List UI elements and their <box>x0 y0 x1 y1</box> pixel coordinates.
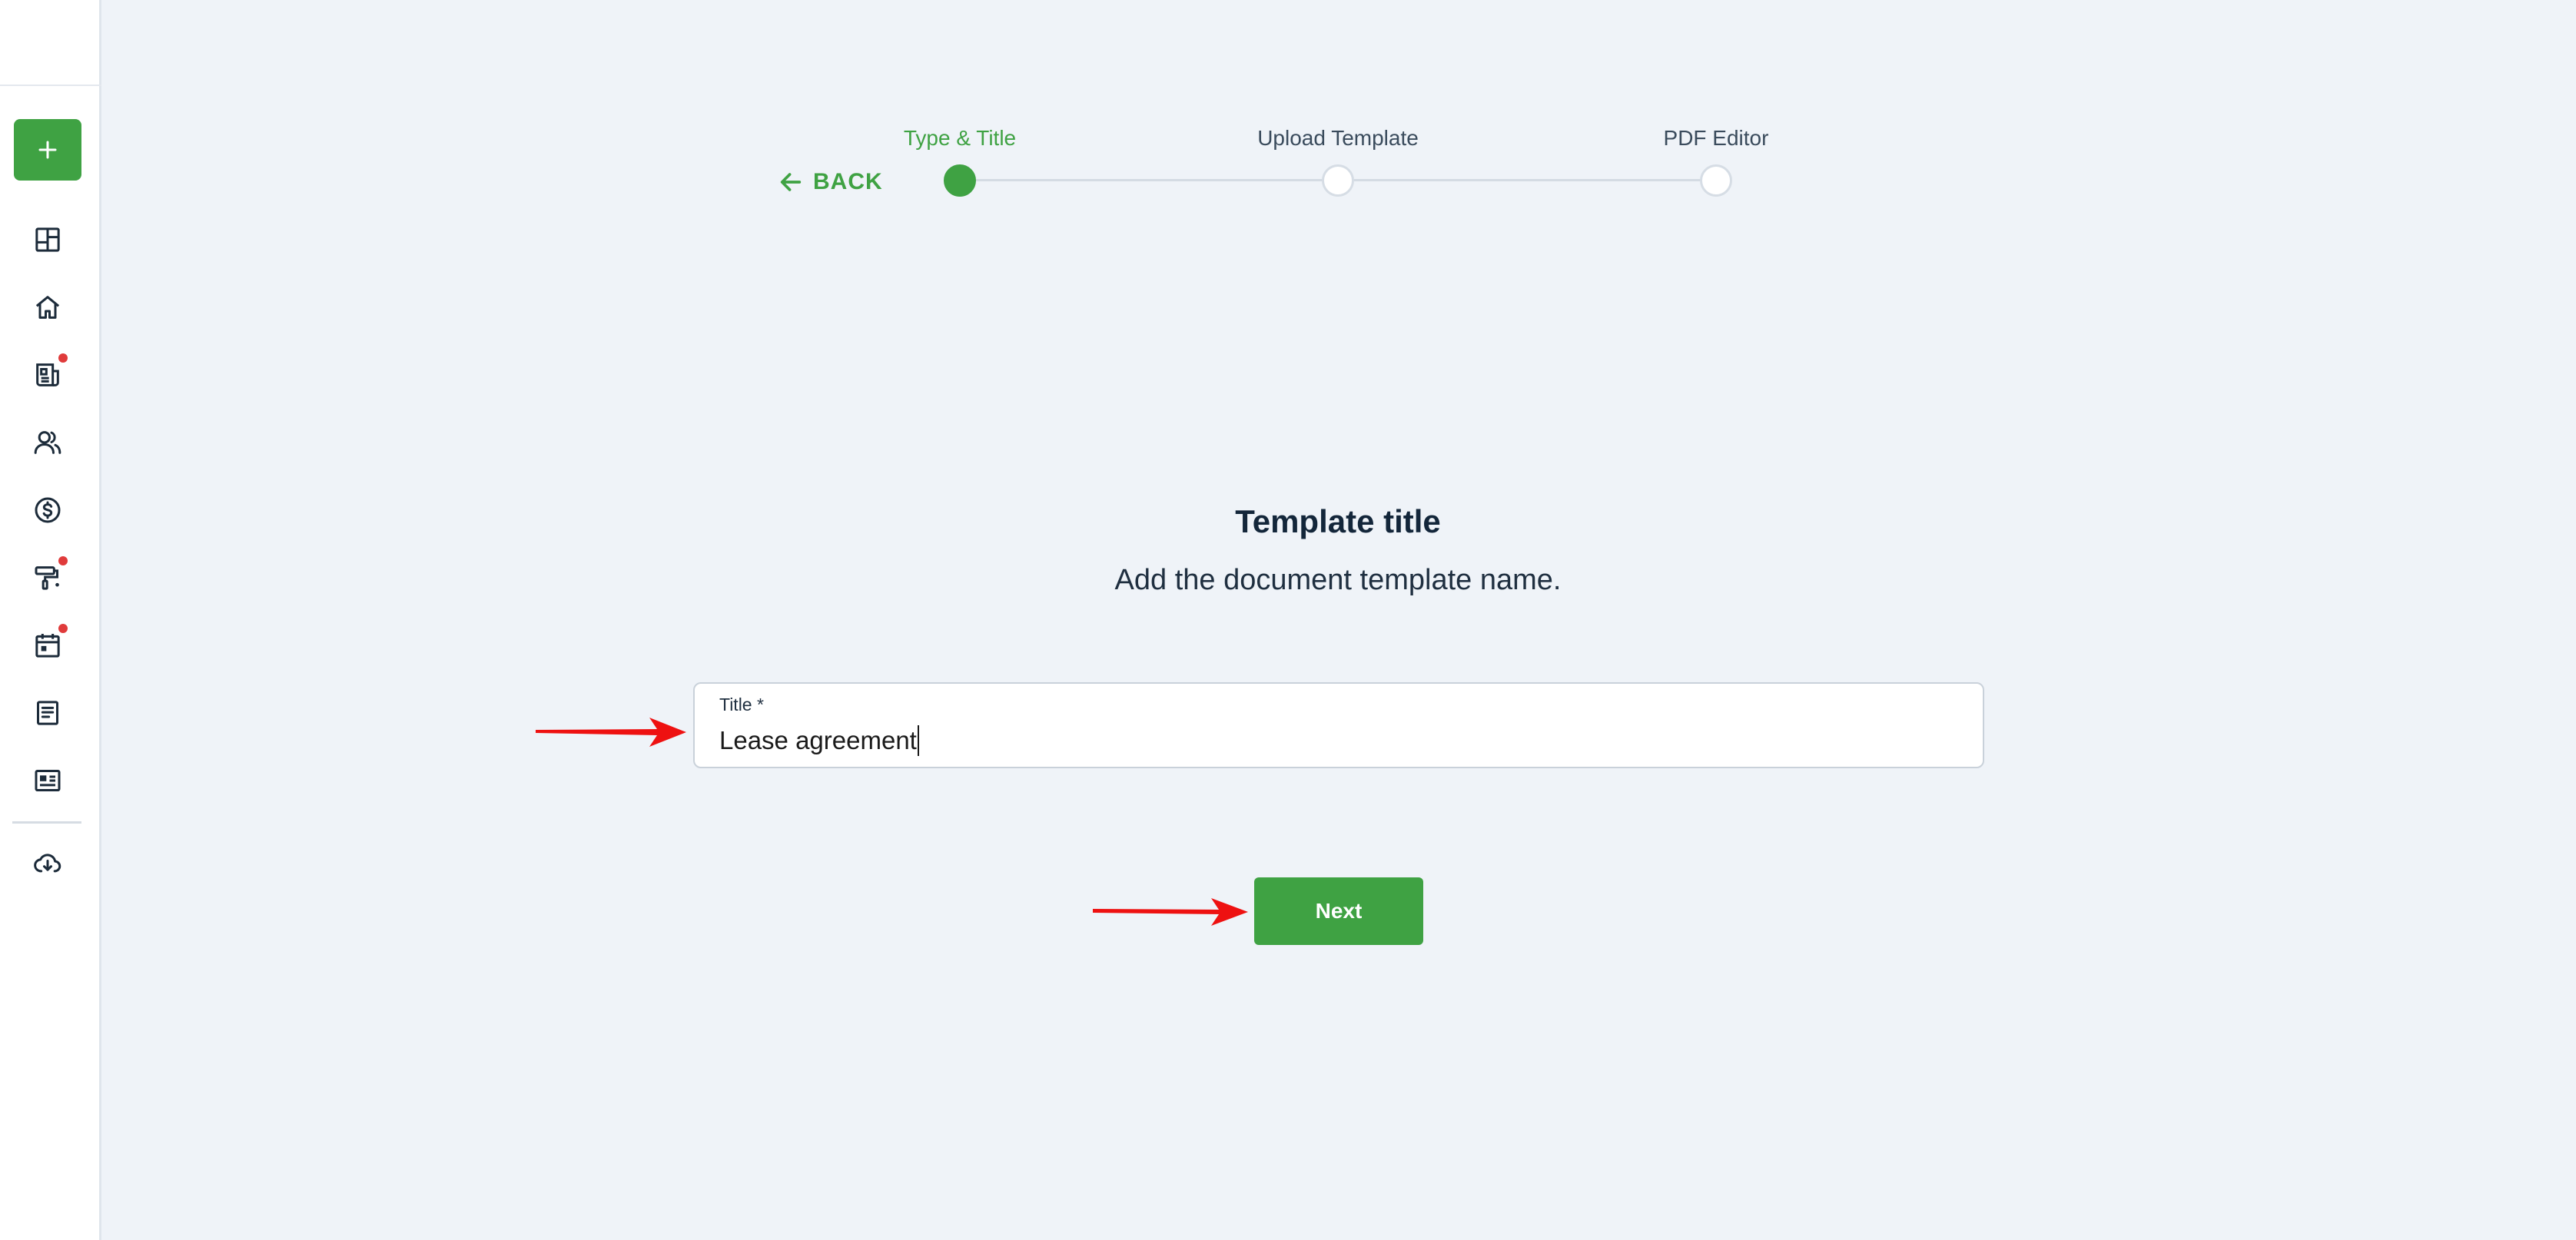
dollar-icon <box>35 497 61 523</box>
sidebar-item-home[interactable] <box>29 289 66 326</box>
cloud-download-icon <box>34 854 61 873</box>
page-title: Template title <box>1235 503 1441 539</box>
sidebar-item-downloads[interactable] <box>29 844 66 881</box>
step-indicator-pdf-editor[interactable] <box>1700 164 1732 197</box>
sidebar-item-contacts[interactable] <box>29 424 66 461</box>
sidebar-item-calendar[interactable] <box>29 624 68 664</box>
step-label-type-title: Type & Title <box>903 126 1017 150</box>
step-label-pdf-editor: PDF Editor <box>1663 126 1769 150</box>
sidebar-item-maintenance[interactable] <box>29 556 68 596</box>
sidebar-item-listings[interactable] <box>29 762 66 799</box>
title-input-value-wrap: Lease agreement <box>719 725 919 756</box>
sidebar-item-files[interactable] <box>29 695 66 731</box>
text-caret <box>917 725 919 756</box>
page-subtitle: Add the document template name. <box>1114 564 1562 596</box>
title-input[interactable]: Title * Lease agreement <box>693 682 1984 768</box>
documents-icon <box>36 363 59 386</box>
paint-roller-icon <box>35 566 59 590</box>
dashboard-icon <box>35 227 60 252</box>
users-icon <box>34 431 61 454</box>
annotation-arrow-title <box>536 718 686 747</box>
arrow-left-icon <box>780 173 802 191</box>
plus-icon <box>38 141 57 159</box>
notification-dot <box>58 353 68 363</box>
annotation-arrow-next <box>1093 898 1248 926</box>
title-input-value: Lease agreement <box>719 726 917 754</box>
next-button[interactable]: Next <box>1254 877 1423 945</box>
create-button[interactable] <box>14 119 81 181</box>
sidebar-item-payments[interactable] <box>29 492 66 529</box>
step-indicator-type-title[interactable] <box>944 164 976 197</box>
sidebar-divider <box>12 821 81 824</box>
calendar-icon <box>35 634 60 658</box>
step-label-upload-template: Upload Template <box>1257 126 1419 150</box>
notification-dot <box>58 624 68 633</box>
sidebar-item-documents[interactable] <box>29 353 68 393</box>
id-card-icon <box>35 770 61 791</box>
file-text-icon <box>37 701 58 725</box>
sidebar <box>0 0 101 1240</box>
home-icon <box>35 296 60 319</box>
title-input-label: Title * <box>719 695 764 714</box>
sidebar-item-dashboard[interactable] <box>29 221 66 258</box>
step-indicator-upload-template[interactable] <box>1322 164 1354 197</box>
sidebar-top-divider <box>0 85 101 86</box>
back-button[interactable]: BACK <box>778 163 883 201</box>
notification-dot <box>58 556 68 565</box>
back-label: BACK <box>813 169 883 194</box>
